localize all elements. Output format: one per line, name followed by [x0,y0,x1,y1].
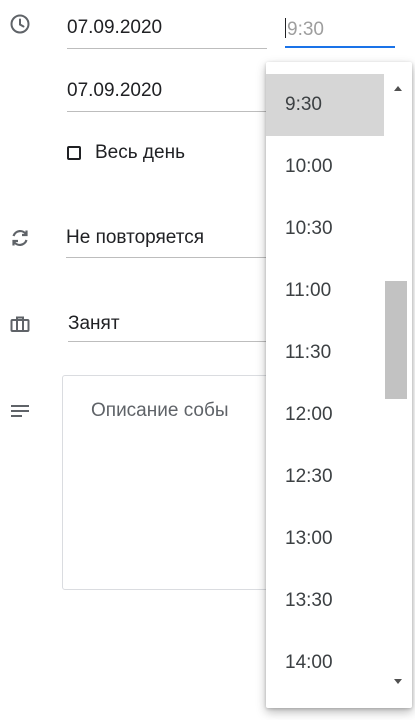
scroll-down-arrow-icon[interactable] [394,679,402,684]
scroll-up-arrow-icon[interactable] [394,86,402,91]
all-day-label[interactable]: Весь день [95,142,185,164]
clock-icon [8,12,32,36]
time-option-9-30[interactable]: 9:30 [266,74,384,136]
time-option-13-30[interactable]: 13:30 [266,570,384,632]
start-time-input[interactable]: 9:30 [285,14,393,46]
notes-icon [8,400,32,424]
time-dropdown[interactable]: 9:30 10:00 10:30 11:00 11:30 12:00 12:30 13:00 1… [266,62,412,708]
description-placeholder: Описание собы [91,400,229,421]
time-option-12-30[interactable]: 12:30 [266,446,384,508]
start-time-value: 9:30 [287,19,324,40]
time-option-11-30[interactable]: 11:30 [266,322,384,384]
start-date-field[interactable]: 07.09.2020 [67,17,162,39]
end-date-underline [67,111,267,112]
start-date-underline [67,48,267,49]
scrollbar-thumb[interactable] [385,281,407,400]
briefcase-icon [8,312,32,336]
repeat-icon [8,226,32,250]
availability-select[interactable]: Занят [68,313,120,335]
time-option-11-00[interactable]: 11:00 [266,260,384,322]
text-caret [285,18,286,39]
time-option-13-00[interactable]: 13:00 [266,508,384,570]
end-date-field[interactable]: 07.09.2020 [67,80,162,102]
all-day-checkbox[interactable] [67,146,81,160]
dropdown-scrollbar[interactable] [384,62,412,708]
repeat-underline [66,257,266,258]
start-time-focus-underline [285,46,395,48]
availability-underline [68,341,268,342]
time-option-12-00[interactable]: 12:00 [266,384,384,446]
time-option-10-30[interactable]: 10:30 [266,198,384,260]
repeat-select[interactable]: Не повторяется [66,227,204,249]
time-option-14-00[interactable]: 14:00 [266,632,384,694]
time-option-10-00[interactable]: 10:00 [266,136,384,198]
